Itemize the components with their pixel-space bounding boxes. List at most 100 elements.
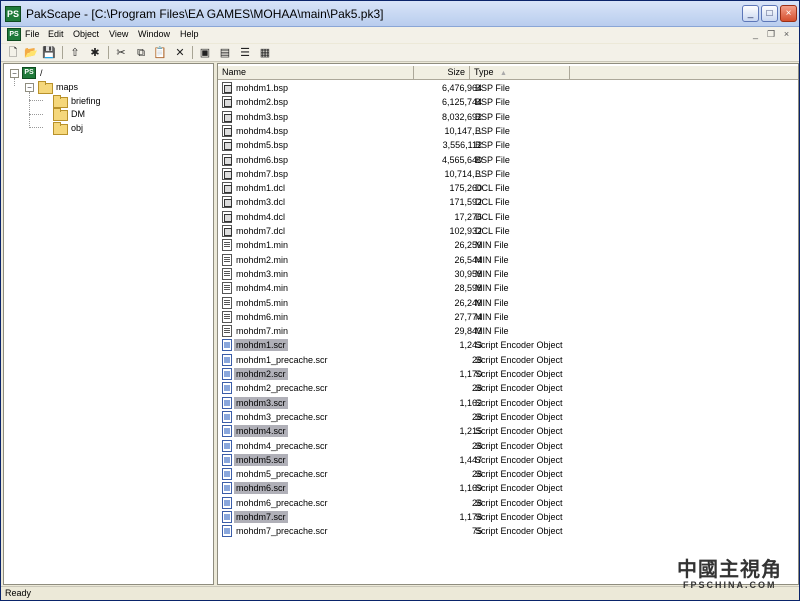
- file-name-cell: mohdm3.dcl: [236, 197, 286, 208]
- file-name-cell: mohdm7.scr: [234, 511, 288, 523]
- table-row[interactable]: mohdm3.scr 1,162 Script Encoder Object: [218, 396, 798, 410]
- pak-root-icon: PS: [22, 67, 36, 79]
- table-row[interactable]: mohdm3_precache.scr 28 Script Encoder Obje…: [218, 410, 798, 424]
- file-type-cell: BSP File: [475, 154, 510, 165]
- watermark-url-text: FPSCHINA.COM: [683, 580, 777, 590]
- file-type-cell: DCL File: [475, 183, 510, 194]
- file-size-cell: 1,447: [459, 454, 482, 465]
- scr-file-icon: [222, 368, 232, 380]
- tree-node-obj[interactable]: obj: [71, 123, 83, 133]
- table-row[interactable]: mohdm1.min 26,259 MIN File: [218, 238, 798, 252]
- menu-edit[interactable]: Edit: [48, 29, 64, 39]
- table-row[interactable]: mohdm4.min 28,598 MIN File: [218, 281, 798, 295]
- tree-node-maps[interactable]: maps: [56, 82, 78, 92]
- table-row[interactable]: mohdm7.bsp 10,714,... BSP File: [218, 167, 798, 181]
- table-row[interactable]: mohdm4.scr 1,215 Script Encoder Object: [218, 424, 798, 438]
- file-type-cell: Script Encoder Object: [475, 512, 563, 522]
- small-icons-icon[interactable]: ▤: [217, 45, 233, 61]
- table-row[interactable]: mohdm6.min 27,774 MIN File: [218, 310, 798, 324]
- mdi-minimize-button[interactable]: _: [749, 29, 762, 39]
- file-type-cell: BSP File: [475, 125, 510, 136]
- new-folder-icon[interactable]: ✱: [87, 45, 103, 61]
- folder-tree[interactable]: − PS / − maps briefing DM obj: [3, 63, 214, 585]
- large-icons-icon[interactable]: ▣: [197, 45, 213, 61]
- file-type-cell: Script Encoder Object: [475, 369, 563, 379]
- minimize-button[interactable]: _: [742, 5, 759, 22]
- table-row[interactable]: mohdm1.scr 1,243 Script Encoder Object: [218, 338, 798, 352]
- close-button[interactable]: ×: [780, 5, 797, 22]
- new-icon[interactable]: 🗋: [5, 45, 21, 61]
- scr-file-icon: [222, 511, 232, 523]
- list-view-icon[interactable]: ☰: [237, 45, 253, 61]
- file-size-cell: 1,178: [459, 512, 482, 522]
- file-name-cell: mohdm1.dcl: [236, 183, 286, 194]
- details-view-icon[interactable]: ▦: [257, 45, 273, 61]
- collapse-root-icon[interactable]: −: [10, 69, 19, 78]
- column-header-type[interactable]: Type ▲: [470, 66, 570, 80]
- title-bar[interactable]: PS PakScape - [C:\Program Files\EA GAMES…: [1, 1, 799, 27]
- table-row[interactable]: mohdm7.min 29,843 MIN File: [218, 324, 798, 338]
- table-row[interactable]: mohdm2_precache.scr 28 Script Encoder Obje…: [218, 381, 798, 395]
- table-row[interactable]: mohdm7.dcl 102,932 DCL File: [218, 224, 798, 238]
- open-icon[interactable]: 📂: [23, 45, 39, 61]
- table-row[interactable]: mohdm5.scr 1,447 Script Encoder Object: [218, 453, 798, 467]
- column-header-size[interactable]: Size: [414, 66, 470, 80]
- save-icon[interactable]: 💾: [41, 45, 57, 61]
- tree-node-briefing[interactable]: briefing: [71, 96, 101, 106]
- file-name-cell: mohdm4.dcl: [236, 211, 286, 222]
- file-type-cell: MIN File: [475, 268, 509, 279]
- table-row[interactable]: mohdm5_precache.scr 28 Script Encoder Obje…: [218, 467, 798, 481]
- table-row[interactable]: mohdm4.bsp 10,147,... BSP File: [218, 124, 798, 138]
- dcl-file-icon: [222, 225, 232, 237]
- table-row[interactable]: mohdm5.bsp 3,556,112 BSP File: [218, 138, 798, 152]
- sort-ascending-icon: ▲: [500, 70, 507, 77]
- file-name-cell: mohdm3.bsp: [236, 111, 289, 122]
- file-name-cell: mohdm2.scr: [234, 368, 288, 380]
- table-row[interactable]: mohdm5.min 26,249 MIN File: [218, 296, 798, 310]
- menu-view[interactable]: View: [109, 29, 128, 39]
- tree-node-root[interactable]: /: [40, 68, 43, 78]
- table-row[interactable]: mohdm3.min 30,958 MIN File: [218, 267, 798, 281]
- collapse-maps-icon[interactable]: −: [25, 83, 34, 92]
- delete-icon[interactable]: ✕: [172, 45, 188, 61]
- file-name-cell: mohdm3.scr: [234, 396, 288, 409]
- paste-icon[interactable]: 📋: [152, 45, 168, 61]
- file-size-cell: 29,843: [454, 326, 482, 337]
- table-row[interactable]: mohdm1.bsp 6,476,964 BSP File: [218, 81, 798, 95]
- mdi-close-button[interactable]: ×: [780, 29, 793, 39]
- file-type-cell: Script Encoder Object: [475, 454, 563, 465]
- table-row[interactable]: mohdm4_precache.scr 28 Script Encoder Obje…: [218, 439, 798, 453]
- table-row[interactable]: mohdm1_precache.scr 28 Script Encoder Obje…: [218, 353, 798, 367]
- document-system-icon[interactable]: PS: [7, 28, 21, 41]
- folder-up-icon[interactable]: ⇧: [67, 45, 83, 61]
- table-row[interactable]: mohdm7.scr 1,178 Script Encoder Object: [218, 510, 798, 524]
- table-row[interactable]: mohdm6.scr 1,169 Script Encoder Object: [218, 481, 798, 495]
- menu-help[interactable]: Help: [180, 29, 199, 39]
- file-list[interactable]: Name Size Type ▲ mohdm1.bsp 6,476,964 BSP …: [217, 63, 799, 585]
- table-row[interactable]: mohdm2.scr 1,170 Script Encoder Object: [218, 367, 798, 381]
- file-name-cell: mohdm7.bsp: [236, 168, 289, 179]
- file-name-cell: mohdm1.scr: [234, 339, 288, 352]
- cut-icon[interactable]: ✂: [113, 45, 129, 61]
- table-row[interactable]: mohdm6_precache.scr 28 Script Encoder Obje…: [218, 496, 798, 510]
- table-row[interactable]: mohdm3.dcl 171,592 DCL File: [218, 195, 798, 209]
- file-name-cell: mohdm2.min: [236, 254, 289, 265]
- menu-object[interactable]: Object: [73, 29, 99, 39]
- table-row[interactable]: mohdm2.min 26,544 MIN File: [218, 253, 798, 267]
- menu-window[interactable]: Window: [138, 29, 170, 39]
- maximize-button[interactable]: □: [761, 5, 778, 22]
- table-row[interactable]: mohdm6.bsp 4,565,640 BSP File: [218, 153, 798, 167]
- mdi-restore-button[interactable]: ❐: [764, 29, 777, 40]
- table-row[interactable]: mohdm2.bsp 6,125,744 BSP File: [218, 95, 798, 109]
- mdi-controls: _ ❐ ×: [749, 29, 793, 40]
- copy-icon[interactable]: ⧉: [133, 45, 149, 61]
- app-icon[interactable]: PS: [5, 6, 21, 22]
- tree-node-dm[interactable]: DM: [71, 109, 85, 119]
- table-row[interactable]: mohdm1.dcl 175,260 DCL File: [218, 181, 798, 195]
- table-row[interactable]: mohdm7_precache.scr 75 Script Encoder Obje…: [218, 524, 798, 538]
- file-type-cell: BSP File: [475, 83, 510, 93]
- column-header-name[interactable]: Name: [218, 66, 414, 80]
- table-row[interactable]: mohdm4.dcl 17,276 DCL File: [218, 210, 798, 224]
- menu-file[interactable]: File: [25, 29, 40, 39]
- table-row[interactable]: mohdm3.bsp 8,032,692 BSP File: [218, 110, 798, 124]
